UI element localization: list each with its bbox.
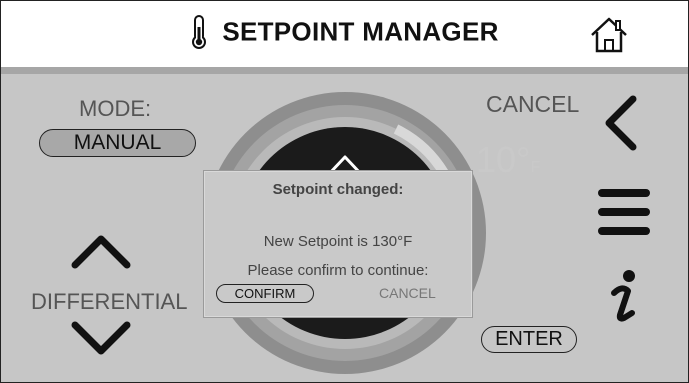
menu-icon[interactable] — [598, 187, 650, 239]
confirm-dialog: Setpoint changed: New Setpoint is 130°F … — [203, 170, 473, 318]
chevron-left-icon[interactable] — [601, 93, 641, 153]
thermometer-icon — [192, 15, 207, 49]
dialog-message-confirm: Please confirm to continue: — [247, 262, 429, 279]
enter-button[interactable]: ENTER — [481, 326, 577, 353]
dialog-message-setpoint: New Setpoint is 130°F — [263, 233, 413, 250]
chevron-down-icon[interactable] — [69, 319, 133, 359]
mode-selector[interactable]: MANUAL — [39, 129, 196, 157]
confirm-button[interactable]: CONFIRM — [216, 284, 314, 303]
header-divider — [1, 67, 688, 74]
differential-value: 10°F — [476, 139, 540, 181]
home-icon[interactable] — [589, 15, 629, 55]
setpoint-manager-screen: SETPOINT MANAGER MODE: MANUAL DIFFERENTI… — [0, 0, 689, 383]
header-bar: SETPOINT MANAGER — [1, 1, 688, 67]
dialog-cancel-button[interactable]: CANCEL — [379, 285, 436, 301]
page-title: SETPOINT MANAGER — [222, 16, 499, 47]
chevron-up-icon[interactable] — [69, 231, 133, 271]
info-icon[interactable] — [604, 269, 644, 327]
header-title-group: SETPOINT MANAGER — [1, 15, 688, 49]
differential-label: DIFFERENTIAL — [31, 289, 188, 314]
differential-number: 10° — [476, 139, 531, 180]
cancel-label[interactable]: CANCEL — [486, 91, 579, 118]
differential-unit: F — [530, 159, 541, 176]
dialog-title: Setpoint changed: — [272, 181, 404, 198]
mode-label: MODE: — [79, 96, 152, 121]
